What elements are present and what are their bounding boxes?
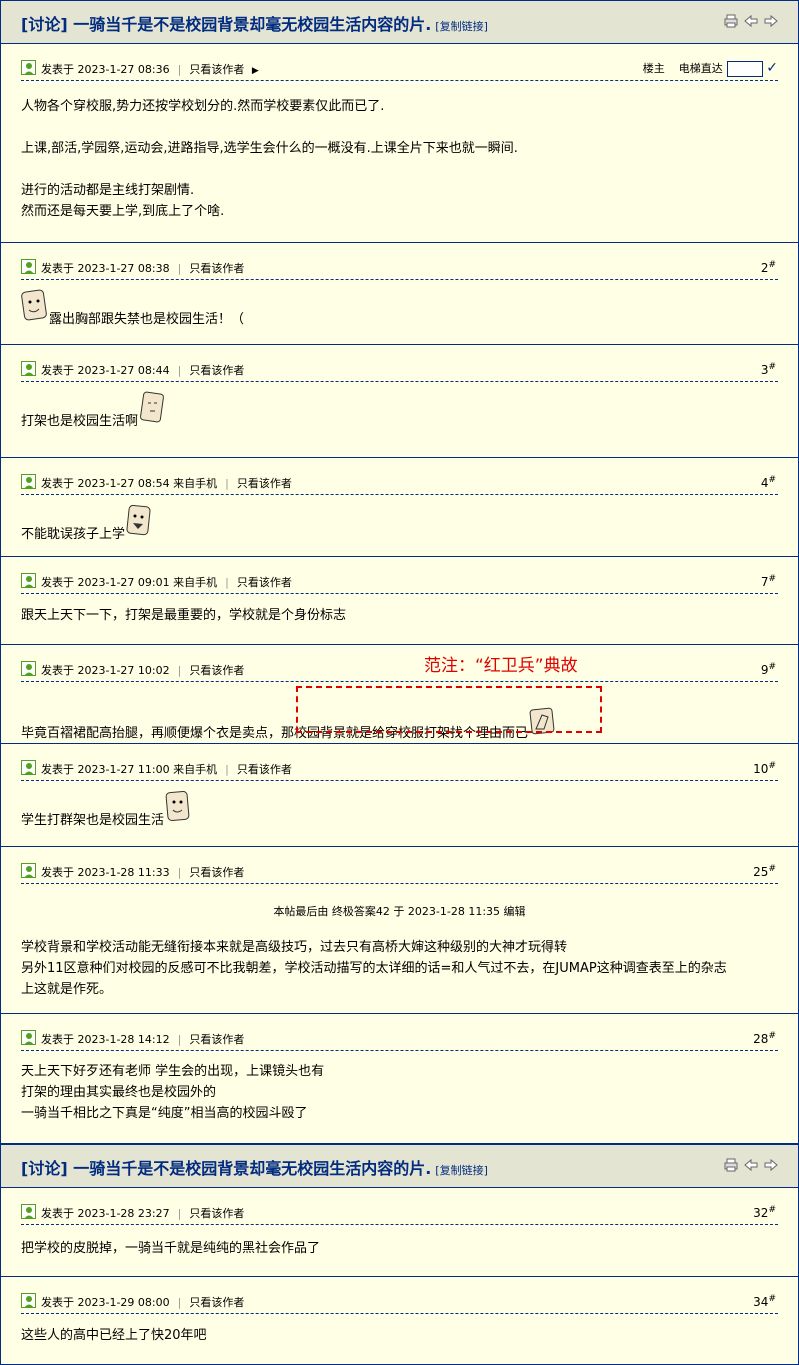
- post-content: 这些人的高中已经上了快20年吧: [21, 1328, 207, 1343]
- elevator-input[interactable]: [726, 61, 763, 77]
- user-avatar-icon[interactable]: [21, 573, 36, 588]
- grin-emoticon-icon: [125, 504, 153, 545]
- floor-number: 32#: [753, 1205, 776, 1220]
- post-time: 发表于 2023-1-27 08:36: [41, 63, 170, 76]
- edit-note: 本帖最后由 终极答案42 于 2023-1-28 11:35 编辑: [273, 905, 526, 918]
- post-time: 发表于 2023-1-28 23:27: [41, 1207, 170, 1220]
- thread-header: [讨论] 一骑当千是不是校园背景却毫无校园生活内容的片. [复制链接]: [1, 1145, 798, 1188]
- post-time: 发表于 2023-1-28 11:33: [41, 866, 170, 879]
- floor-number: 3#: [760, 362, 776, 377]
- smiley-emoticon-icon: [21, 289, 49, 330]
- only-author-link[interactable]: 只看该作者: [189, 1296, 244, 1309]
- post: 发表于 2023-1-27 08:54 来自手机 | 只看该作者 4# 不能耽误孩子…: [1, 458, 798, 557]
- user-avatar-icon[interactable]: [21, 259, 36, 274]
- post-content: 打架也是校园生活啊: [21, 391, 166, 432]
- only-author-link[interactable]: 只看该作者: [237, 576, 292, 589]
- only-author-link[interactable]: 只看该作者: [237, 477, 292, 490]
- post-time: 发表于 2023-1-27 11:00 来自手机: [41, 763, 218, 776]
- floor-number: 34#: [753, 1294, 776, 1309]
- print-icon[interactable]: [724, 1157, 738, 1172]
- copy-link-button[interactable]: [复制链接]: [435, 1164, 488, 1177]
- thread-title[interactable]: [讨论] 一骑当千是不是校园背景却毫无校园生活内容的片. [复制链接]: [21, 1155, 488, 1179]
- only-author-link[interactable]: 只看该作者: [237, 763, 292, 776]
- post: 发表于 2023-1-28 23:27 | 只看该作者 32# 把学校的皮脱掉，一骑…: [1, 1188, 798, 1277]
- user-avatar-icon[interactable]: [21, 863, 36, 878]
- user-avatar-icon[interactable]: [21, 1030, 36, 1045]
- next-thread-icon[interactable]: [764, 1157, 778, 1172]
- user-avatar-icon[interactable]: [21, 760, 36, 775]
- only-author-link[interactable]: 只看该作者: [189, 364, 244, 377]
- only-author-link[interactable]: 只看该作者: [189, 1033, 244, 1046]
- post-op: 发表于 2023-1-27 08:36 | 只看该作者 ▶ 楼主 电梯直达 ✓ 人物…: [1, 44, 798, 243]
- only-author-link[interactable]: 只看该作者: [189, 262, 244, 275]
- floor-number: 9#: [760, 662, 776, 677]
- post: 发表于 2023-1-27 08:38 | 只看该作者 2# 露出胸部跟失禁也是校园…: [1, 243, 798, 345]
- elevator-label: 电梯直达: [678, 62, 723, 75]
- only-author-link[interactable]: 只看该作者: [189, 1207, 244, 1220]
- post-time: 发表于 2023-1-27 08:38: [41, 262, 170, 275]
- post: 发表于 2023-1-27 09:01 来自手机 | 只看该作者 7# 跟天上天下一…: [1, 557, 798, 645]
- floor-number: 7#: [760, 574, 776, 589]
- floor-number: 10#: [753, 761, 776, 776]
- only-author-link[interactable]: 只看该作者: [189, 866, 244, 879]
- forum-thread: [讨论] 一骑当千是不是校园背景却毫无校园生活内容的片. [复制链接] 发表于 2…: [0, 0, 799, 1365]
- floor-number: 4#: [760, 475, 776, 490]
- post-content: 露出胸部跟失禁也是校园生活！（: [21, 289, 244, 330]
- copy-link-button[interactable]: [复制链接]: [435, 20, 488, 33]
- post: 发表于 2023-1-27 08:44 | 只看该作者 3# 打架也是校园生活啊: [1, 345, 798, 458]
- only-author-link[interactable]: 只看该作者: [189, 664, 244, 677]
- user-avatar-icon[interactable]: [21, 1293, 36, 1308]
- floor-number: 2#: [760, 260, 776, 275]
- post-content: 天上天下好歹还有老师 学生会的出现，上课镜头也有 打架的理由其实最终也是校园外的…: [21, 1064, 325, 1121]
- smile-emoticon-icon: [164, 790, 192, 831]
- floor-number: 25#: [753, 864, 776, 879]
- user-avatar-icon[interactable]: [21, 361, 36, 376]
- emoticon-icon: [138, 391, 166, 432]
- thread-header: [讨论] 一骑当千是不是校园背景却毫无校园生活内容的片. [复制链接]: [1, 1, 798, 44]
- arrow-right-icon: ▶: [251, 66, 259, 76]
- only-author-link[interactable]: 只看该作者: [189, 63, 244, 76]
- prev-thread-icon[interactable]: [744, 1157, 758, 1172]
- post-content: 人物各个穿校服,势力还按学校划分的.然而学校要素仅此而已了. 上课,部活,学园祭…: [21, 99, 518, 219]
- print-icon[interactable]: [724, 13, 738, 28]
- annotation-highlight-box: [296, 686, 602, 733]
- thread-title[interactable]: [讨论] 一骑当千是不是校园背景却毫无校园生活内容的片. [复制链接]: [21, 11, 488, 35]
- post: 发表于 2023-1-28 14:12 | 只看该作者 28# 天上天下好歹还有老师…: [1, 1014, 798, 1145]
- louzhu-label: 楼主: [642, 62, 665, 75]
- post: 发表于 2023-1-29 08:00 | 只看该作者 34# 这些人的高中已经上了…: [1, 1277, 798, 1364]
- post-content: 学生打群架也是校园生活: [21, 790, 192, 831]
- post-content: 把学校的皮脱掉，一骑当千就是纯纯的黑社会作品了: [21, 1241, 321, 1256]
- floor-number: 28#: [753, 1031, 776, 1046]
- post-time: 发表于 2023-1-27 08:44: [41, 364, 170, 377]
- post-content: 跟天上天下一下，打架是最重要的，学校就是个身份标志: [21, 608, 347, 623]
- post: 发表于 2023-1-28 11:33 | 只看该作者 25# 本帖最后由 终极答案…: [1, 847, 798, 1014]
- post-time: 发表于 2023-1-29 08:00: [41, 1296, 170, 1309]
- user-avatar-icon[interactable]: [21, 1204, 36, 1219]
- next-thread-icon[interactable]: [764, 13, 778, 28]
- post-content: 不能耽误孩子上学: [21, 504, 153, 545]
- user-avatar-icon[interactable]: [21, 661, 36, 676]
- post-content: 学校背景和学校活动能无缝衔接本来就是高级技巧，过去只有高桥大婶这种级别的大神才玩…: [21, 940, 727, 997]
- post-time: 发表于 2023-1-27 08:54 来自手机: [41, 477, 218, 490]
- post-time: 发表于 2023-1-27 10:02: [41, 664, 170, 677]
- go-icon[interactable]: ✓: [766, 60, 778, 76]
- post-time: 发表于 2023-1-28 14:12: [41, 1033, 170, 1046]
- user-avatar-icon[interactable]: [21, 474, 36, 489]
- post: 发表于 2023-1-27 11:00 来自手机 | 只看该作者 10# 学生打群架…: [1, 744, 798, 847]
- editor-annotation: 范注：“红卫兵”典故: [424, 656, 578, 676]
- post-time: 发表于 2023-1-27 09:01 来自手机: [41, 576, 218, 589]
- prev-thread-icon[interactable]: [744, 13, 758, 28]
- user-avatar-icon[interactable]: [21, 60, 36, 75]
